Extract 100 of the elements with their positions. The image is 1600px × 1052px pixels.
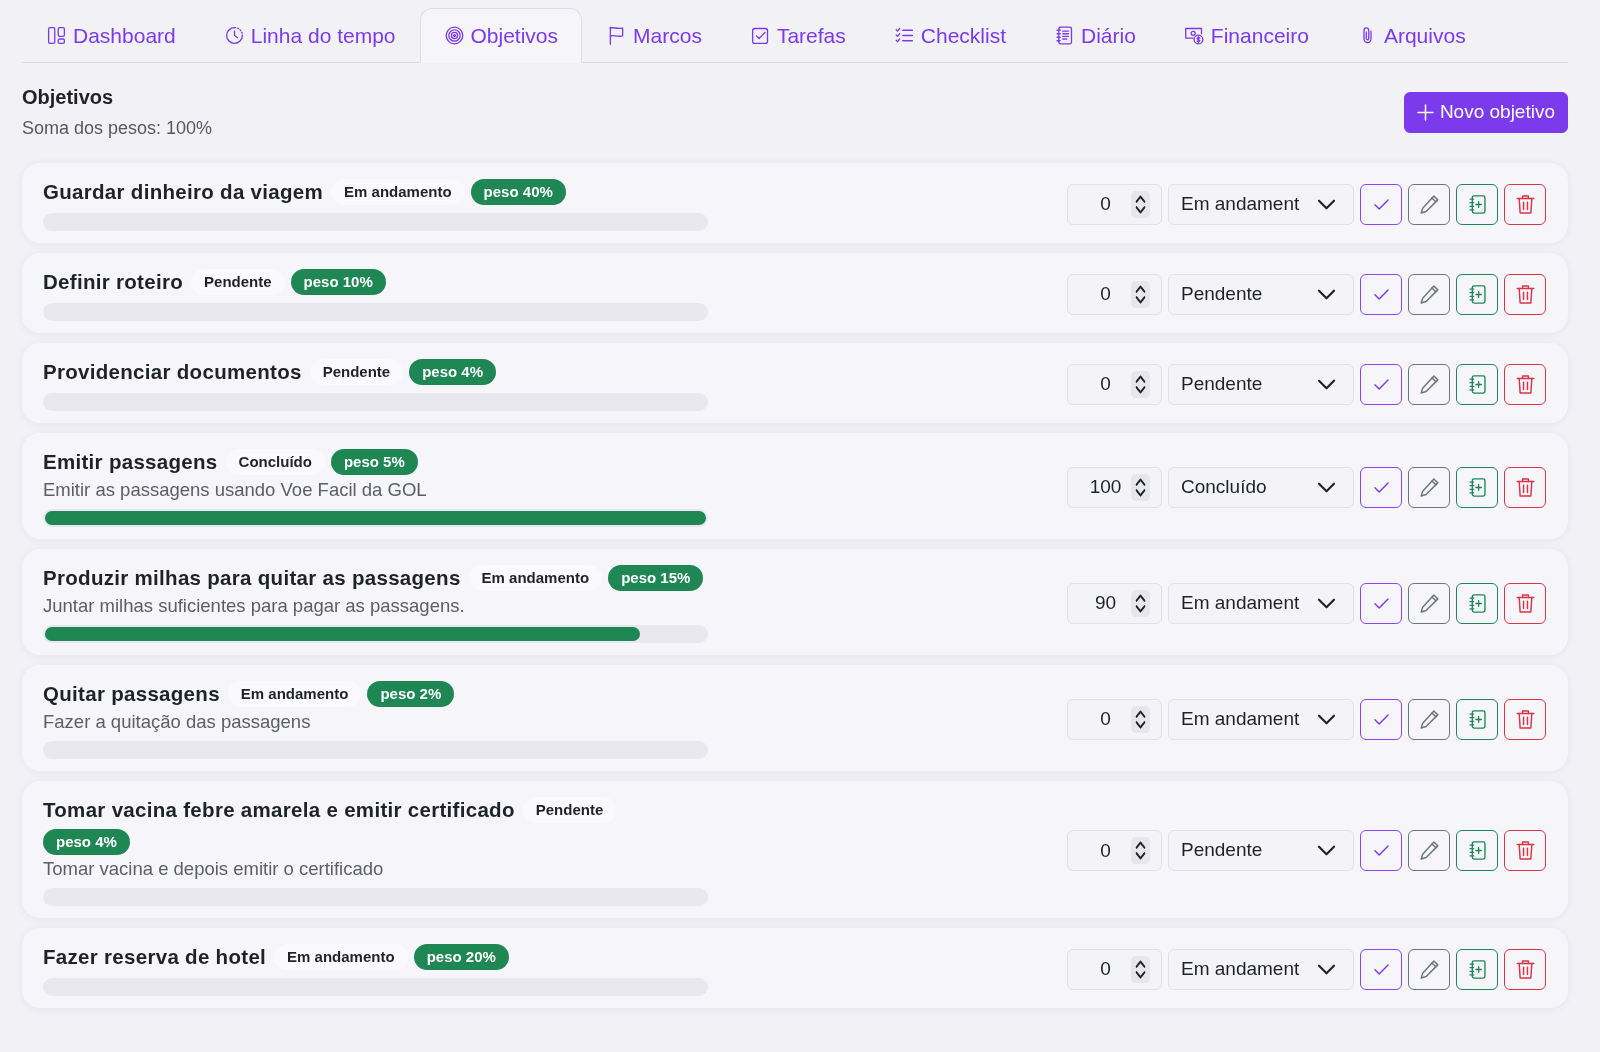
status-badge: Pendente	[191, 268, 285, 295]
complete-button[interactable]	[1360, 830, 1402, 871]
add-note-button[interactable]	[1456, 273, 1498, 315]
delete-button[interactable]	[1504, 273, 1546, 315]
weight-badge: peso 2%	[367, 680, 455, 707]
tab[interactable]: Dashboard	[22, 8, 200, 63]
pencil-icon	[1419, 709, 1439, 729]
delete-button[interactable]	[1504, 698, 1546, 740]
weights-total: Soma dos pesos: 100%	[22, 116, 213, 140]
check-icon	[1373, 845, 1389, 856]
delete-button[interactable]	[1504, 363, 1546, 405]
trash-icon	[1515, 284, 1535, 304]
tab[interactable]: Financeiro	[1159, 8, 1333, 63]
trash-icon	[1515, 709, 1535, 729]
edit-button[interactable]	[1408, 466, 1450, 508]
weight-badge: peso 20%	[413, 943, 509, 970]
status-select[interactable]: Em andament	[1168, 698, 1354, 740]
check-icon	[1373, 597, 1389, 609]
add-note-button[interactable]	[1456, 830, 1498, 871]
add-note-button[interactable]	[1456, 698, 1498, 740]
trash-icon	[1515, 593, 1535, 613]
edit-button[interactable]	[1408, 363, 1450, 405]
status-badge: Em andamento	[468, 564, 603, 591]
tab[interactable]: Checklist	[869, 8, 1030, 63]
objective-title: Fazer reserva de hotel	[43, 943, 267, 970]
complete-button[interactable]	[1360, 466, 1402, 508]
objective-title: Quitar passagens	[43, 680, 220, 707]
edit-button[interactable]	[1408, 948, 1450, 990]
notebook-plus-icon	[1467, 709, 1487, 729]
checkbox-icon	[749, 25, 771, 46]
delete-button[interactable]	[1504, 948, 1546, 990]
add-note-button[interactable]	[1456, 948, 1498, 990]
tab[interactable]: Tarefas	[725, 8, 870, 63]
add-note-button[interactable]	[1456, 183, 1498, 225]
check-icon	[1373, 198, 1389, 210]
add-note-button[interactable]	[1456, 582, 1498, 624]
tab[interactable]: Diário	[1030, 8, 1160, 63]
weight-badge: peso 15%	[608, 564, 704, 591]
complete-button[interactable]	[1360, 698, 1402, 740]
notebook-plus-icon	[1467, 374, 1487, 394]
add-note-button[interactable]	[1456, 466, 1498, 508]
weight-badge: peso 10%	[290, 268, 386, 295]
pencil-icon	[1419, 593, 1439, 613]
check-icon	[1373, 288, 1389, 300]
chevron-down-icon	[1319, 482, 1334, 492]
add-note-button[interactable]	[1456, 363, 1498, 405]
status-badge: Pendente	[522, 796, 617, 823]
chevron-down-icon	[1319, 714, 1334, 724]
tab[interactable]: Marcos	[582, 8, 726, 63]
status-select[interactable]: Pendente	[1168, 363, 1354, 405]
check-icon	[1373, 963, 1389, 975]
weight-badge: peso 4%	[409, 358, 497, 385]
objective-description: Juntar milhas suficientes para pagar as passagens.	[43, 593, 466, 618]
edit-button[interactable]	[1408, 582, 1450, 624]
edit-button[interactable]	[1408, 830, 1450, 871]
chevron-down-icon	[1319, 289, 1334, 299]
status-select[interactable]: Pendente	[1168, 830, 1354, 871]
edit-button[interactable]	[1408, 183, 1450, 225]
objective-title: Produzir milhas para quitar as passagens	[43, 564, 461, 591]
notebook-plus-icon	[1467, 959, 1487, 979]
objective-description: Fazer a quitação das passagens	[43, 709, 312, 734]
complete-button[interactable]	[1360, 183, 1402, 225]
pencil-icon	[1419, 841, 1439, 860]
status-badge: Em andamento	[274, 943, 408, 970]
delete-button[interactable]	[1504, 183, 1546, 225]
stepper-icon[interactable]	[1131, 837, 1150, 864]
tab[interactable]: Arquivos	[1332, 8, 1490, 63]
layout-icon	[46, 25, 67, 46]
tab[interactable]: Objetivos	[419, 8, 583, 63]
delete-button[interactable]	[1504, 466, 1546, 508]
chevron-down-icon	[1319, 598, 1334, 608]
edit-button[interactable]	[1408, 273, 1450, 315]
tab[interactable]: Linha do tempo	[199, 8, 420, 63]
edit-button[interactable]	[1408, 698, 1450, 740]
status-select[interactable]: Pendente	[1168, 273, 1354, 315]
notebook-plus-icon	[1467, 284, 1487, 304]
complete-button[interactable]	[1360, 948, 1402, 990]
new-objective-button[interactable]: Novo objetivo	[1403, 91, 1568, 133]
pencil-icon	[1419, 284, 1439, 304]
complete-button[interactable]	[1360, 273, 1402, 315]
trash-icon	[1515, 194, 1535, 214]
complete-button[interactable]	[1360, 363, 1402, 405]
objective-description: Emitir as passagens usando Voe Facil da GOL	[43, 477, 428, 502]
status-select[interactable]: Concluído	[1168, 466, 1354, 508]
status-select[interactable]: Em andament	[1168, 183, 1354, 225]
status-badge: Pendente	[309, 358, 404, 385]
complete-button[interactable]	[1360, 582, 1402, 624]
objective-description: Tomar vacina e depois emitir o certificado	[43, 856, 385, 881]
delete-button[interactable]	[1504, 830, 1546, 871]
notebook-plus-icon	[1467, 194, 1487, 214]
chevron-down-icon	[1319, 846, 1334, 855]
target-icon	[443, 25, 465, 46]
status-select[interactable]: Em andament	[1168, 582, 1354, 624]
chevron-down-icon	[1319, 379, 1334, 389]
objective-title: Emitir passagens	[43, 448, 218, 475]
weight-badge: peso 40%	[470, 178, 566, 205]
status-select[interactable]: Em andament	[1168, 948, 1354, 990]
objective-title: Providenciar documentos	[43, 358, 302, 385]
delete-button[interactable]	[1504, 582, 1546, 624]
objective-title: Definir roteiro	[43, 268, 184, 295]
